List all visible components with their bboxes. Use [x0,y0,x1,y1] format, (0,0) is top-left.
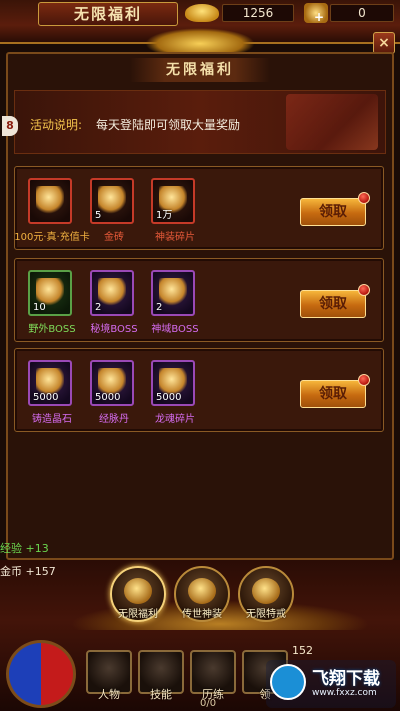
close-button[interactable]: × [373,32,395,54]
divine-boss-scroll-icon [159,278,187,306]
recharge-card-icon [36,186,64,214]
ornament-icon [145,28,255,54]
counter-text: 0/0 [200,698,217,709]
notification-dot-icon [358,284,370,296]
reward-item-slot[interactable]: 10 [28,270,72,316]
reward-item-slot[interactable]: 5000 [28,360,72,406]
item-quantity: 5000 [33,392,59,403]
tab-special-ring-label: 无限特戒 [246,609,286,620]
side-badge[interactable]: 8 [2,116,18,136]
exp-gain-log: 经验 +13 [0,542,49,555]
resource-counter: 1256 [222,4,294,22]
activity-description: 每天登陆即可领取大量奖励 [96,118,241,132]
reward-item-slot[interactable]: 5 [90,178,134,224]
reward-item-slot[interactable]: 5000 [90,360,134,406]
notification-dot-icon [358,192,370,204]
item-quantity: 2 [156,302,163,313]
gear-tab-icon [188,578,216,604]
welfare-tab-icon [124,578,152,604]
claim-button[interactable]: 领取 [300,198,366,226]
add-icon[interactable]: + [314,10,324,24]
hp-mp-orb [6,640,76,708]
ring-tab-icon [252,578,280,604]
item-quantity: 10 [33,302,46,313]
window-title: 无限福利 [38,2,178,26]
secret-boss-scroll-icon [98,278,126,306]
item-name: 神装碎片 [155,232,195,243]
reward-item-slot[interactable]: 2 [151,270,195,316]
tab-unlimited-welfare-label: 无限福利 [118,609,158,620]
gold-ingot-icon [185,4,219,22]
panel-title: 无限福利 [130,58,270,82]
item-quantity: 5000 [156,392,182,403]
watermark-url: www.fxxz.com [312,688,377,698]
claim-button[interactable]: 领取 [300,290,366,318]
gold-brick-icon [98,186,126,214]
item-quantity: 5 [95,210,102,221]
gift-box-icon [286,94,378,150]
item-name: 龙魂碎片 [155,414,195,425]
skills-label: 技能 [150,688,172,701]
character-label: 人物 [98,688,120,701]
gold-gain-log: 金币 +157 [0,565,56,578]
claim-button[interactable]: 领取 [300,380,366,408]
reward-item-slot[interactable]: 5000 [151,360,195,406]
item-quantity: 1万 [156,210,173,221]
item-quantity: 5000 [95,392,121,403]
reward-item-slot[interactable]: 2 [90,270,134,316]
item-quantity: 2 [95,302,102,313]
notification-dot-icon [358,374,370,386]
reward-item-slot[interactable]: 1万 [151,178,195,224]
watermark-logo-icon [270,664,306,700]
watermark-brand: 飞翔下载 [312,669,380,689]
premium-currency-counter: 0 [330,4,394,22]
activity-label: 活动说明: [30,118,83,132]
reward-item-slot[interactable] [28,178,72,224]
tab-legendary-gear-label: 传世神装 [182,609,222,620]
level-number: 152 [292,644,313,657]
item-name: 神域BOSS [151,324,199,335]
